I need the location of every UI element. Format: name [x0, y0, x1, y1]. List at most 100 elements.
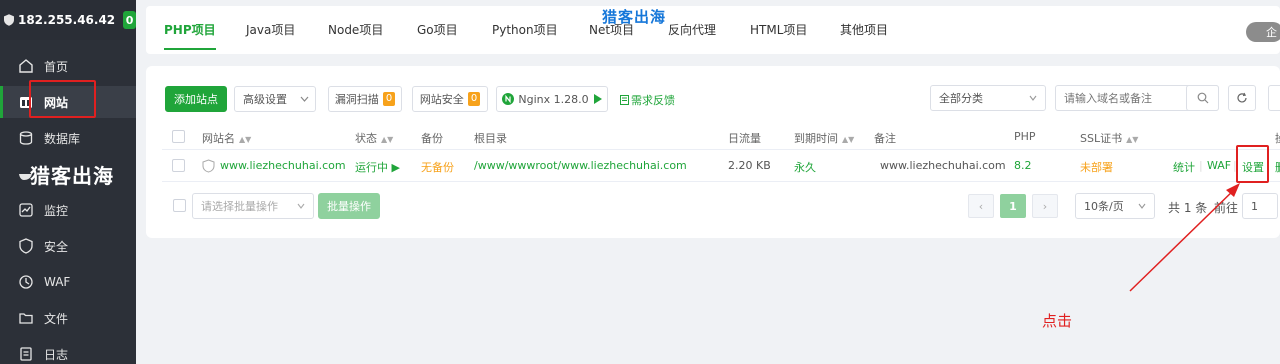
col-ssl[interactable]: SSL证书 ▲▼ [1080, 130, 1138, 146]
col-actions: 操 [1275, 130, 1280, 146]
highlight-box-website [29, 80, 96, 118]
tab-reverse-proxy[interactable]: 反向代理 [668, 6, 716, 54]
log-icon [20, 347, 32, 361]
goto-label: 前往 [1214, 201, 1239, 215]
folder-icon [19, 313, 33, 324]
sidebar-item-label: WAF [44, 275, 71, 289]
home-icon [19, 59, 33, 73]
security-count-badge: 0 [467, 92, 481, 106]
tab-php[interactable]: PHP项目 [164, 6, 216, 54]
php-version[interactable]: 8.2 [1014, 159, 1032, 172]
backup-status[interactable]: 无备份 [421, 159, 454, 175]
project-tabs: PHP项目 Java项目 Node项目 Go项目 Python项目 Net项目 … [146, 6, 1280, 54]
traffic-value: 2.20 KB [728, 159, 771, 172]
batch-action-button[interactable]: 批量操作 [318, 193, 380, 219]
sidebar-item-database[interactable]: 数据库 [0, 122, 136, 154]
total-count: 共 1 条 [1168, 201, 1208, 215]
database-icon [19, 131, 33, 145]
expire-value[interactable]: 永久 [794, 159, 816, 175]
feedback-icon [620, 95, 629, 105]
col-backup: 备份 [421, 132, 443, 145]
col-root: 根目录 [474, 132, 507, 145]
server-count-badge[interactable]: 0 [123, 11, 136, 29]
ssl-status[interactable]: 未部署 [1080, 159, 1113, 175]
feedback-label: 需求反馈 [631, 94, 675, 107]
row-checkbox[interactable] [172, 159, 185, 172]
server-shield-icon [4, 14, 14, 26]
page-size-select[interactable]: 10条/页 [1075, 193, 1155, 219]
tab-go[interactable]: Go项目 [417, 6, 458, 54]
category-select[interactable]: 全部分类 [930, 85, 1046, 111]
sidebar-item-logs[interactable]: 日志 [0, 338, 136, 364]
goto-page-value: 1 [1251, 199, 1258, 213]
action-stats[interactable]: 统计 [1173, 159, 1195, 175]
chevron-down-icon [297, 203, 305, 209]
batch-placeholder: 请选择批量操作 [201, 200, 278, 213]
search-button[interactable] [1186, 85, 1219, 111]
play-icon [593, 94, 602, 104]
col-status[interactable]: 状态 ▲▼ [355, 130, 393, 146]
refresh-icon [1237, 92, 1247, 103]
tab-java[interactable]: Java项目 [246, 6, 295, 54]
tab-node[interactable]: Node项目 [328, 6, 383, 54]
monitor-icon [19, 203, 33, 217]
select-all-checkbox[interactable] [172, 130, 185, 143]
vuln-scan-button[interactable]: 漏洞扫描 0 [328, 86, 402, 112]
col-traffic: 日流量 [728, 132, 761, 145]
sidebar-item-label: 首页 [44, 59, 69, 74]
col-expire[interactable]: 到期时间 ▲▼ [794, 130, 854, 146]
settings-button[interactable] [1268, 85, 1280, 111]
site-security-label: 网站安全 [419, 93, 464, 106]
nginx-icon [502, 93, 515, 105]
sidebar-item-waf[interactable]: WAF [0, 266, 136, 298]
server-ip: 182.255.46.42 [17, 13, 116, 27]
shield-icon [19, 238, 33, 254]
current-page[interactable]: 1 [1000, 194, 1026, 218]
sidebar-item-label: 日志 [44, 347, 69, 362]
tab-html[interactable]: HTML项目 [750, 6, 807, 54]
nginx-button[interactable]: Nginx 1.28.0 [496, 86, 608, 112]
sidebar-item-files[interactable]: 文件 [0, 302, 136, 334]
site-security-button[interactable]: 网站安全 0 [412, 86, 488, 112]
vuln-count-badge: 0 [382, 92, 396, 106]
footer-checkbox[interactable] [173, 199, 186, 212]
goto-page-input[interactable]: 1 [1242, 193, 1278, 219]
action-delete[interactable]: 删 [1275, 159, 1280, 175]
category-value: 全部分类 [939, 92, 983, 105]
tab-other[interactable]: 其他项目 [840, 6, 888, 54]
next-page-button[interactable]: › [1032, 194, 1058, 218]
col-php: PHP [1014, 130, 1036, 143]
tab-python[interactable]: Python项目 [492, 6, 558, 54]
vuln-scan-label: 漏洞扫描 [334, 93, 379, 106]
col-site-name[interactable]: 网站名 ▲▼ [202, 130, 251, 146]
status-running[interactable]: 运行中 ▶ [355, 159, 400, 175]
watermark: 猎客出海 [30, 164, 114, 188]
highlight-box-settings [1236, 145, 1269, 183]
action-waf[interactable]: WAF [1207, 159, 1231, 172]
advanced-settings-label: 高级设置 [243, 93, 287, 106]
site-shield-icon [202, 159, 215, 173]
waf-icon [19, 275, 33, 289]
sidebar-item-label: 文件 [44, 311, 69, 326]
add-site-button[interactable]: 添加站点 [165, 86, 227, 112]
search-icon [1197, 92, 1208, 104]
sidebar-item-security[interactable]: 安全 [0, 230, 136, 262]
sidebar-item-monitor[interactable]: 监控 [0, 194, 136, 226]
watermark-top: 猎客出海 [602, 8, 667, 26]
sidebar-item-home[interactable]: 首页 [0, 50, 136, 82]
sidebar-item-label: 数据库 [44, 131, 81, 146]
batch-select[interactable]: 请选择批量操作 [192, 193, 314, 219]
prev-page-button[interactable]: ‹ [968, 194, 994, 218]
note-value[interactable]: www.liezhechuhai.com [880, 159, 1006, 172]
table-row: www.liezhechuhai.com 运行中 ▶ 无备份 /www/wwwr… [162, 150, 1280, 182]
site-name-link[interactable]: www.liezhechuhai.com [220, 159, 346, 172]
page-size-value: 10条/页 [1084, 200, 1124, 213]
enterprise-badge[interactable]: 企 [1246, 22, 1280, 42]
advanced-settings-select[interactable]: 高级设置 [234, 86, 316, 112]
refresh-button[interactable] [1228, 85, 1256, 111]
site-panel: 添加站点 高级设置 漏洞扫描 0 网站安全 0 Nginx 1.28.0 需求反… [146, 66, 1280, 238]
feedback-link[interactable]: 需求反馈 [620, 92, 675, 108]
sidebar: 182.255.46.42 0 首页 网站 数据库 监控 安全 WAF 文件 日… [0, 0, 136, 364]
root-dir-link[interactable]: /www/wwwroot/www.liezhechuhai.com [474, 159, 687, 172]
table-header: 网站名 ▲▼ 状态 ▲▼ 备份 根目录 日流量 到期时间 ▲▼ 备注 PHP SSL证… [162, 124, 1280, 150]
